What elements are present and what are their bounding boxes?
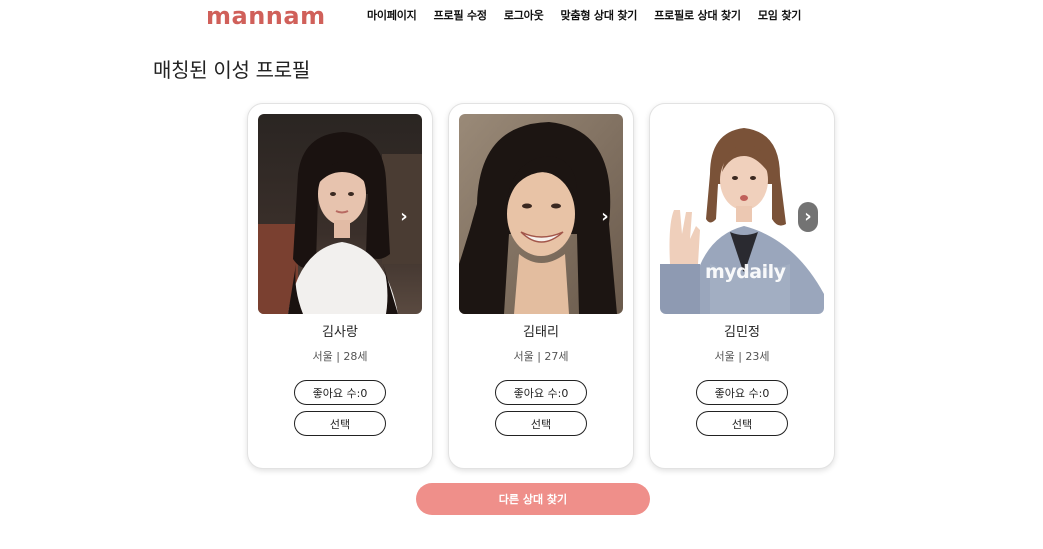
nav-find-groups[interactable]: 모임 찾기 xyxy=(758,8,802,24)
profile-card: mydaily › 김민정 서울 | 23세 좋아요 수:0 선택 xyxy=(649,103,835,469)
page-title: 매칭된 이성 프로필 xyxy=(153,58,310,82)
profile-name: 김태리 xyxy=(523,325,559,340)
profile-location-age: 서울 | 23세 xyxy=(714,350,770,363)
logo[interactable]: mannam xyxy=(206,2,326,30)
profile-location-age: 서울 | 28세 xyxy=(312,350,368,363)
like-count-button[interactable]: 좋아요 수:0 xyxy=(294,380,386,405)
chevron-right-icon: › xyxy=(400,206,408,227)
profile-card: › 김태리 서울 | 27세 좋아요 수:0 선택 xyxy=(448,103,634,469)
nav-custom-match[interactable]: 맞춤형 상대 찾기 xyxy=(561,8,638,24)
select-button[interactable]: 선택 xyxy=(495,411,587,436)
top-header: mannam 마이페이지 프로필 수정 로그아웃 맞춤형 상대 찾기 프로필로 … xyxy=(0,0,1043,32)
nav-logout[interactable]: 로그아웃 xyxy=(504,8,544,24)
chevron-right-icon: › xyxy=(804,206,812,227)
profile-location-age: 서울 | 27세 xyxy=(513,350,569,363)
profile-name: 김민정 xyxy=(724,325,760,340)
profile-photo: › xyxy=(258,114,422,314)
profile-name: 김사랑 xyxy=(322,325,358,340)
main-nav: 마이페이지 프로필 수정 로그아웃 맞춤형 상대 찾기 프로필로 상대 찾기 모… xyxy=(367,8,801,24)
nav-edit-profile[interactable]: 프로필 수정 xyxy=(434,8,487,24)
like-count-button[interactable]: 좋아요 수:0 xyxy=(495,380,587,405)
profile-photo: › xyxy=(459,114,623,314)
profile-card-list: › 김사랑 서울 | 28세 좋아요 수:0 선택 › 김태리 서울 | 27세… xyxy=(247,103,835,469)
find-other-match-button[interactable]: 다른 상대 찾기 xyxy=(416,483,650,515)
chevron-right-icon: › xyxy=(601,206,609,227)
photo-watermark: mydaily xyxy=(705,261,786,283)
profile-card: › 김사랑 서울 | 28세 좋아요 수:0 선택 xyxy=(247,103,433,469)
select-button[interactable]: 선택 xyxy=(696,411,788,436)
nav-profile-match[interactable]: 프로필로 상대 찾기 xyxy=(654,8,741,24)
nav-mypage[interactable]: 마이페이지 xyxy=(367,8,417,24)
profile-photo: mydaily › xyxy=(660,114,824,314)
like-count-button[interactable]: 좋아요 수:0 xyxy=(696,380,788,405)
select-button[interactable]: 선택 xyxy=(294,411,386,436)
next-photo-button[interactable]: › xyxy=(394,202,414,232)
next-photo-button[interactable]: › xyxy=(798,202,818,232)
next-photo-button[interactable]: › xyxy=(595,202,615,232)
